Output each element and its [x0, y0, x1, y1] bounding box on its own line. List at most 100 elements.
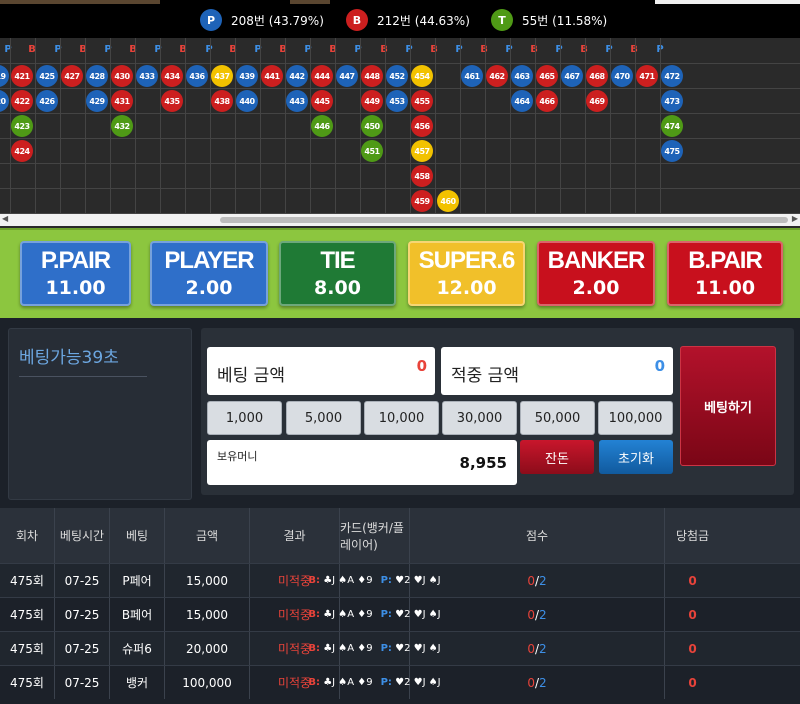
chip-50000-button[interactable]: 50,000: [520, 401, 595, 435]
road-gridline: [635, 38, 636, 218]
column-header: 금액: [165, 508, 250, 563]
road-gridline: [135, 38, 136, 218]
road-gridline: [510, 38, 511, 218]
scroll-right-arrow-icon[interactable]: ▶: [792, 214, 798, 223]
bet-super6-button[interactable]: SUPER.6 12.00: [408, 241, 525, 306]
road-gridline: [210, 38, 211, 218]
banker-label: B:: [308, 575, 320, 586]
bet-cell: P페어: [110, 564, 165, 597]
road-bead: 467: [561, 65, 583, 87]
score-banker: 0: [527, 641, 535, 656]
road-gridline: [385, 38, 386, 218]
result: 미적중: [277, 574, 312, 588]
chip-1000-button[interactable]: 1,000: [207, 401, 282, 435]
road-header-player: P: [605, 44, 613, 55]
bet-player-button[interactable]: PLAYER 2.00: [150, 241, 268, 306]
road-bead: 428: [86, 65, 108, 87]
chip-100000-button[interactable]: 100,000: [598, 401, 673, 435]
amount: 15,000: [186, 573, 228, 588]
place-bet-button[interactable]: 베팅하기: [680, 346, 776, 466]
bet-odds: 12.00: [436, 276, 497, 299]
road-scrollbar[interactable]: ◀ ▶: [0, 214, 800, 226]
road-header-banker: B: [28, 44, 36, 55]
road-bead: 457: [411, 140, 433, 162]
chip-10000-button[interactable]: 10,000: [364, 401, 439, 435]
score-cell: 0/2: [410, 598, 665, 631]
road-bead: 442: [286, 65, 308, 87]
road-bead: 474: [661, 115, 683, 137]
bet-name: B.PAIR: [688, 246, 763, 274]
score-player: 2: [539, 675, 547, 690]
road-bead: 419: [0, 65, 9, 87]
bet-odds: 8.00: [314, 276, 361, 299]
change-button[interactable]: 잔돈: [520, 440, 594, 474]
result: 미적중: [277, 608, 312, 622]
table-header: 회차 베팅시간 베팅 금액 결과 카드(뱅커/플레이어) 점수 당첨금: [0, 508, 800, 563]
road-bead: 440: [236, 90, 258, 112]
player-label: P:: [380, 643, 392, 654]
road-header-player: P: [405, 44, 413, 55]
road-bead: 422: [11, 90, 33, 112]
road-gridline: [160, 38, 161, 218]
road-bead: 438: [211, 90, 233, 112]
bet-banker-button[interactable]: BANKER 2.00: [537, 241, 655, 306]
scroll-left-arrow-icon[interactable]: ◀: [2, 214, 8, 223]
score-banker: 0: [527, 607, 535, 622]
column-header: 당첨금: [675, 529, 710, 543]
table-row: 475회 07-25 P페어 15,000 미적중 B: ♣J ♠A ♦9 P: ♥2 ♥J…: [0, 563, 800, 597]
bet-cell: B페어: [110, 598, 165, 631]
bet-p-pair-button[interactable]: P.PAIR 11.00: [20, 241, 131, 306]
round-cell: 475회: [0, 564, 55, 597]
timer-box: 베팅가능39초: [8, 328, 192, 500]
chip-30000-button[interactable]: 30,000: [442, 401, 517, 435]
road-bead: 431: [111, 90, 133, 112]
bead-road: PBPBPBPBPBPBPBPBPBPBPBPBPBP4194204214224…: [0, 38, 800, 228]
amount-cell: 15,000: [165, 564, 250, 597]
payout-cell: 0: [665, 632, 720, 665]
road-bead: 473: [661, 90, 683, 112]
road-bead: 453: [386, 90, 408, 112]
scroll-thumb[interactable]: [220, 217, 788, 223]
banker-stat-icon: B: [346, 9, 368, 31]
bet-form: 베팅 금액 0 적중 금액 0 1,000 5,000 10,000 30,00…: [201, 328, 794, 495]
road-bead: 426: [36, 90, 58, 112]
score-cell: 0/2: [410, 666, 665, 699]
road-gridline: [0, 138, 800, 139]
road-bead: 465: [536, 65, 558, 87]
road-header-banker: B: [630, 44, 638, 55]
tie-stat: T 55번 (11.58%): [491, 8, 607, 32]
road-gridline: [85, 38, 86, 218]
bet-b-pair-button[interactable]: B.PAIR 11.00: [667, 241, 783, 306]
road-gridline: [0, 88, 800, 89]
road-bead: 433: [136, 65, 158, 87]
amount-cell: 100,000: [165, 666, 250, 699]
round: 475회: [10, 608, 44, 622]
time-cell: 07-25: [55, 632, 110, 665]
bet-name: SUPER.6: [418, 246, 516, 274]
player-label: P:: [380, 575, 392, 586]
road-gridline: [560, 38, 561, 218]
road-gridline: [335, 38, 336, 218]
bet-odds: 2.00: [572, 276, 620, 299]
reset-button[interactable]: 초기화: [599, 440, 673, 474]
road-header-player: P: [505, 44, 513, 55]
amount-cell: 15,000: [165, 598, 250, 631]
score-player: 2: [539, 573, 547, 588]
cards-cell: B: ♣J ♠A ♦9 P: ♥2 ♥J ♠J: [308, 666, 441, 699]
stats-bar: P 208번 (43.79%) B 212번 (44.63%) T 55번 (1…: [0, 0, 800, 38]
bet-tie-button[interactable]: TIE 8.00: [279, 241, 396, 306]
road-header-player: P: [205, 44, 213, 55]
road-header-player: P: [104, 44, 112, 55]
amount: 20,000: [186, 641, 228, 656]
road-gridline: [610, 38, 611, 218]
road-header-banker: B: [179, 44, 187, 55]
road-bead: 461: [461, 65, 483, 87]
banker-stat: B 212번 (44.63%): [346, 8, 470, 32]
road-bead: 450: [361, 115, 383, 137]
score-banker: 0: [527, 675, 535, 690]
round: 475회: [10, 642, 44, 656]
chip-5000-button[interactable]: 5,000: [286, 401, 361, 435]
road-header-banker: B: [530, 44, 538, 55]
tie-stat-text: 55번 (11.58%): [522, 13, 608, 28]
road-gridline: [0, 113, 800, 114]
